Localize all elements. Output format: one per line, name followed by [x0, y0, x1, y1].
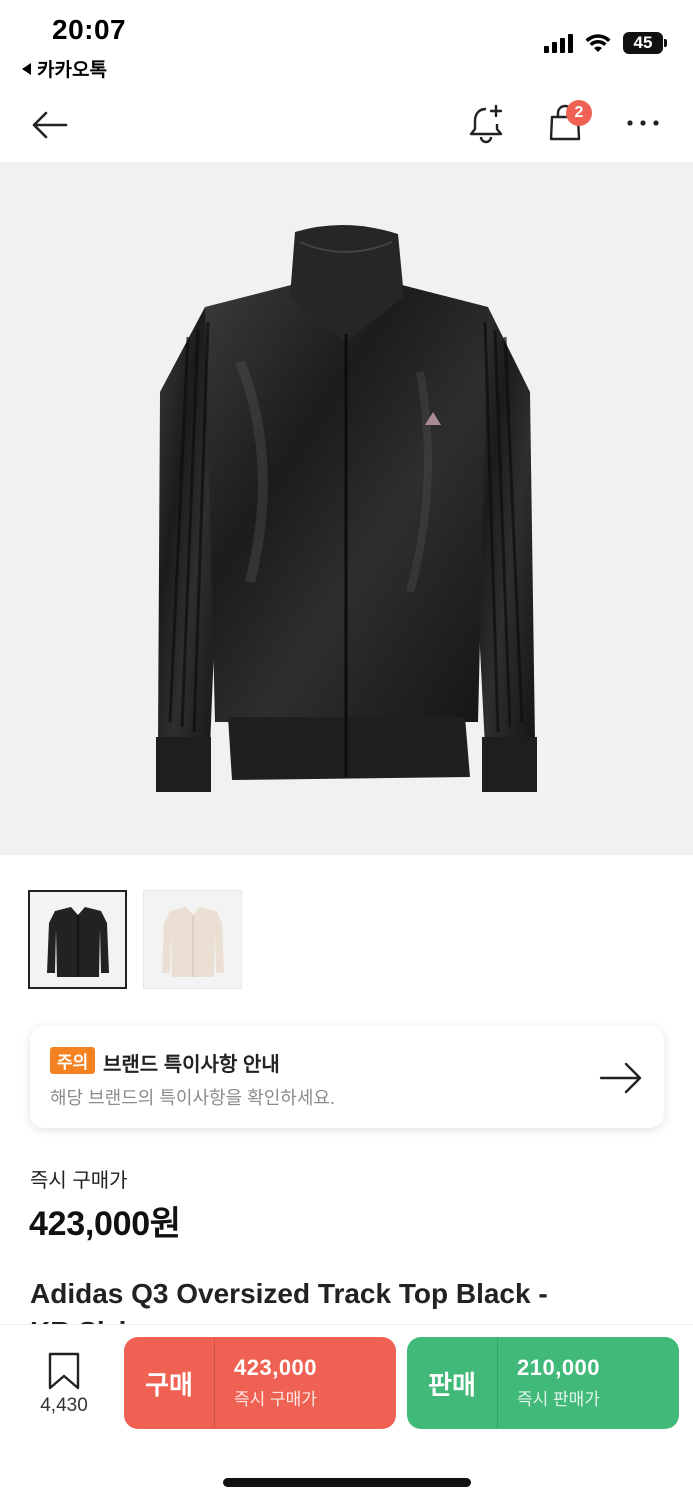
bottom-action-bar: 4,430 구매 423,000 즉시 구매가 판매 210,000 즉시 판매… — [0, 1324, 693, 1500]
sell-label: 판매 — [407, 1337, 498, 1429]
warning-badge: 주의 — [50, 1047, 96, 1074]
status-indicators: 45 — [544, 32, 667, 54]
battery-icon: 45 — [623, 32, 667, 54]
product-image[interactable] — [0, 162, 693, 855]
buy-label: 구매 — [124, 1337, 215, 1429]
sell-button[interactable]: 판매 210,000 즉시 판매가 — [407, 1337, 679, 1429]
buy-price: 423,000 — [234, 1355, 318, 1380]
cellular-signal-icon — [544, 33, 573, 53]
instant-buy-price-label: 즉시 구매가 — [30, 1170, 128, 1192]
jacket-image — [156, 224, 537, 792]
bookmark-icon — [48, 1352, 80, 1390]
more-icon — [627, 120, 659, 126]
cart-button[interactable]: 2 — [540, 98, 592, 148]
status-time: 20:07 — [52, 14, 127, 45]
wishlist-button[interactable]: 4,430 — [30, 1351, 98, 1417]
app-header: 2 — [0, 92, 693, 160]
notification-add-button[interactable] — [462, 98, 512, 148]
status-bar: 20:07 카카오톡 45 — [0, 0, 693, 92]
back-app-label: 카카오톡 — [37, 60, 107, 81]
wifi-icon — [585, 34, 611, 52]
back-to-app-link[interactable]: 카카오톡 — [22, 55, 107, 82]
arrow-right-icon — [599, 1062, 642, 1094]
brand-notice-card[interactable]: 주의 브랜드 특이사항 안내 해당 브랜드의 특이사항을 확인하세요. — [30, 1026, 664, 1128]
back-button[interactable] — [24, 100, 74, 150]
notice-description: 해당 브랜드의 특이사항을 확인하세요. — [50, 1088, 335, 1108]
thumbnail-black[interactable] — [28, 890, 127, 989]
wish-count: 4,430 — [40, 1395, 88, 1416]
back-arrow-icon — [32, 111, 68, 139]
more-options-button[interactable] — [618, 98, 668, 148]
notice-title: 브랜드 특이사항 안내 — [103, 1054, 280, 1076]
cart-count-badge: 2 — [566, 100, 592, 126]
buy-price-caption: 즉시 구매가 — [234, 1390, 317, 1409]
thumbnail-beige-image — [161, 906, 224, 977]
sell-price: 210,000 — [517, 1355, 601, 1380]
thumbnail-list — [28, 890, 242, 989]
back-triangle-icon — [22, 62, 31, 75]
home-indicator — [223, 1478, 471, 1487]
instant-buy-price: 423,000원 — [29, 1205, 181, 1243]
product-name: Adidas Q3 Oversized Track Top Black - — [30, 1278, 548, 1309]
thumbnail-black-image — [46, 906, 109, 977]
buy-button[interactable]: 구매 423,000 즉시 구매가 — [124, 1337, 396, 1429]
thumbnail-beige[interactable] — [143, 890, 242, 989]
bell-plus-icon — [469, 104, 503, 144]
sell-price-caption: 즉시 판매가 — [517, 1390, 600, 1409]
